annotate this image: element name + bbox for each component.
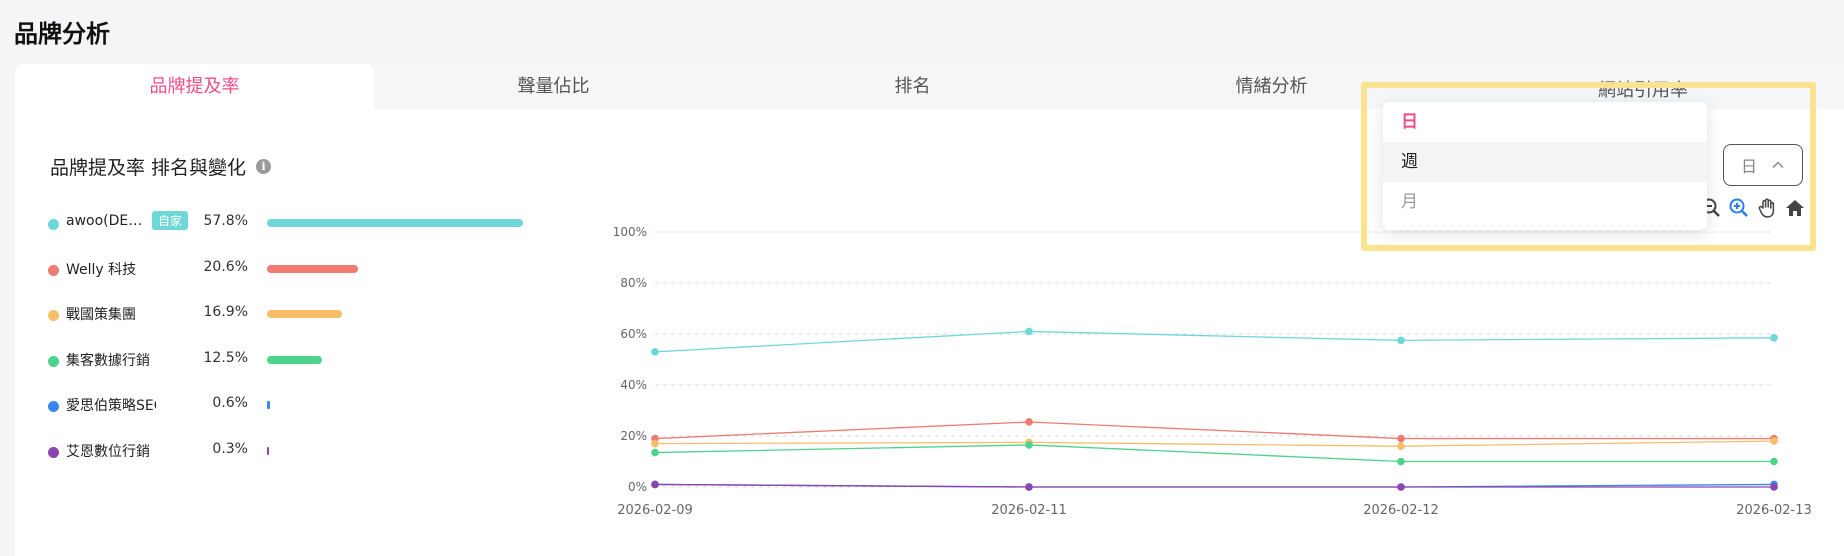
percent-value: 0.3% <box>212 440 248 457</box>
data-point <box>1025 483 1033 491</box>
series-line <box>654 440 1775 447</box>
brand-name: Welly 科技 <box>66 261 137 278</box>
data-point <box>1770 437 1778 445</box>
rank-row: 集客數據行銷 12.5% <box>48 350 528 396</box>
zoom-in-icon[interactable] <box>1728 197 1750 219</box>
data-point <box>1397 434 1405 443</box>
page-title: 品牌分析 <box>14 20 110 48</box>
percent-value: 0.6% <box>212 395 248 411</box>
brand-name: awoo(DE… <box>66 213 143 229</box>
data-point <box>651 439 659 448</box>
percent-bar <box>267 219 523 227</box>
line-chart: 0% 20% 40% 60% 80% 100% 2026-02-09 2026-02-11 20… <box>613 225 1812 518</box>
section-title: 品牌提及率 排名與變化 <box>50 157 247 179</box>
data-point <box>651 348 659 356</box>
data-point <box>1397 442 1405 450</box>
legend-dot <box>48 355 59 367</box>
info-icon[interactable]: i <box>256 159 272 174</box>
home-icon[interactable] <box>1784 197 1806 219</box>
rank-row: 戰國策集團 16.9% <box>48 304 528 350</box>
y-tick-label: 40% <box>620 378 647 392</box>
tab-site-citation-rate-label[interactable]: 網站引用率 <box>1598 76 1708 102</box>
y-tick-label: 80% <box>620 276 647 290</box>
rank-row: awoo(DE… 自家 57.8% <box>48 211 528 259</box>
data-point <box>1770 483 1778 491</box>
legend-dot <box>48 264 59 276</box>
y-tick-label: 20% <box>620 429 647 443</box>
data-point <box>1025 441 1033 449</box>
percent-value: 57.8% <box>203 213 248 229</box>
rank-list: awoo(DE… 自家 57.8% Welly 科技 20.6% 戰國策集團 16.9% 集客… <box>48 211 528 487</box>
legend-dot <box>48 310 59 321</box>
tab-mention-rate[interactable]: 品牌提及率 <box>15 64 374 109</box>
data-point <box>651 448 659 457</box>
granularity-select[interactable]: 日 <box>1723 144 1803 186</box>
percent-value: 16.9% <box>203 304 248 320</box>
rank-row: Welly 科技 20.6% <box>48 259 528 305</box>
data-point <box>1770 457 1778 466</box>
data-point <box>1397 457 1405 466</box>
data-point <box>1397 483 1405 491</box>
percent-bar <box>267 446 269 455</box>
data-point <box>1770 334 1778 342</box>
data-point <box>1025 327 1033 336</box>
percent-value: 12.5% <box>203 349 248 366</box>
y-tick-label: 100% <box>613 225 647 239</box>
dropdown-option-day[interactable]: 日 <box>1383 102 1707 142</box>
x-tick-label: 2026-02-13 <box>1736 503 1812 518</box>
rank-row: 艾恩數位行銷 0.3% <box>48 441 528 487</box>
y-tick-label: 0% <box>628 480 647 494</box>
brand-name: 集客數據行銷 <box>66 352 150 369</box>
chevron-up-icon <box>1772 161 1784 169</box>
chart-toolbar <box>1700 197 1806 219</box>
percent-bar <box>267 355 323 364</box>
dropdown-option-month[interactable]: 月 <box>1383 182 1707 222</box>
percent-bar <box>267 310 342 318</box>
data-point <box>651 480 659 489</box>
x-tick-label: 2026-02-11 <box>991 503 1067 518</box>
select-value: 日 <box>1740 157 1757 176</box>
dropdown-option-week[interactable]: 週 <box>1383 142 1707 182</box>
y-tick-label: 60% <box>620 327 647 341</box>
tab-volume-share[interactable]: 聲量佔比 <box>374 64 733 109</box>
x-tick-label: 2026-02-09 <box>617 503 693 518</box>
percent-bar <box>267 264 359 273</box>
x-tick-label: 2026-02-12 <box>1363 503 1439 518</box>
brand-name: 戰國策集團 <box>66 307 136 323</box>
legend-dot <box>48 401 59 412</box>
legend-dot <box>48 219 59 230</box>
series-line <box>654 330 1775 353</box>
data-point <box>1025 418 1033 426</box>
rank-row: 愛思伯策略SEO 0.6% <box>48 395 528 441</box>
tab-ranking[interactable]: 排名 <box>733 64 1092 109</box>
brand-name: 愛思伯策略SEO <box>66 398 156 414</box>
brand-name: 艾恩數位行銷 <box>66 443 150 460</box>
series-line <box>654 421 1774 440</box>
series-line <box>654 444 1774 463</box>
percent-bar <box>267 401 270 409</box>
section-header: 品牌提及率 排名與變化 i <box>50 153 272 180</box>
percent-value: 20.6% <box>203 258 248 275</box>
granularity-dropdown-menu: 日 週 月 <box>1383 102 1707 230</box>
legend-dot <box>48 446 59 458</box>
data-point <box>1397 336 1405 345</box>
pan-hand-icon[interactable] <box>1756 197 1778 219</box>
